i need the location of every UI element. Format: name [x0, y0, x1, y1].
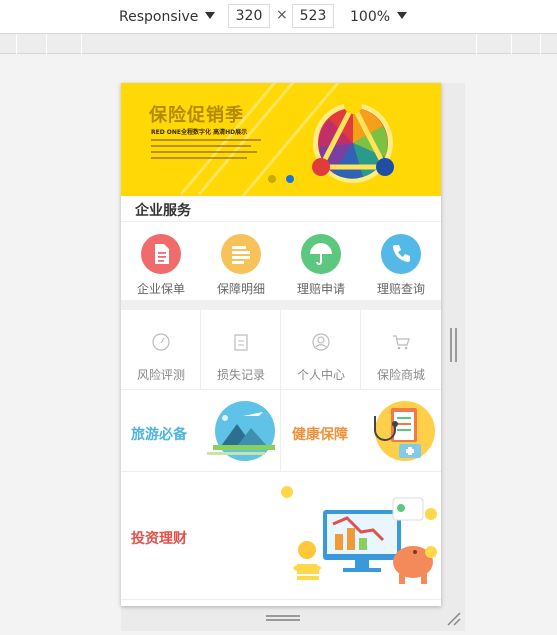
corner-resize-icon[interactable]: [445, 610, 461, 626]
zoom-label: 100%: [350, 9, 391, 25]
height-input[interactable]: 523: [292, 4, 334, 28]
service-claim-query[interactable]: 理赔查询: [361, 222, 441, 300]
chevron-down-icon: [205, 12, 216, 19]
promo-label: 健康保障: [292, 427, 348, 443]
zoom-dropdown[interactable]: 100%: [350, 6, 408, 28]
service-policy[interactable]: 企业保单: [121, 222, 201, 300]
tool-risk-assessment[interactable]: 风险评测: [121, 310, 201, 390]
tool-insurance-mall[interactable]: 保险商城: [361, 310, 441, 390]
width-input[interactable]: 320: [228, 4, 270, 28]
list-icon: [221, 234, 261, 274]
document-icon: [141, 234, 181, 274]
promo-label: 投资理财: [131, 531, 187, 547]
service-coverage[interactable]: 保障明细: [201, 222, 281, 300]
right-resize-handle[interactable]: [450, 328, 457, 362]
service-label: 理赔查询: [376, 282, 425, 296]
promo-health[interactable]: 健康保障: [281, 390, 441, 472]
dimension-separator: ×: [276, 7, 288, 23]
user-icon: [312, 333, 330, 351]
section-title: 企业服务: [135, 203, 191, 219]
carousel-dot-2[interactable]: [286, 175, 294, 183]
banner-title: 保险促销季: [149, 105, 244, 126]
finance-illustration-icon: [281, 486, 437, 584]
tool-loss-record[interactable]: 损失记录: [201, 310, 281, 390]
tool-label: 保险商城: [376, 368, 425, 382]
banner-subtitle: RED ONE全程数字化 高清HD展示: [151, 129, 248, 136]
tool-label: 损失记录: [216, 368, 265, 382]
service-label: 保障明细: [216, 282, 265, 296]
section-divider: [121, 300, 441, 310]
device-mode-label: Responsive: [119, 9, 199, 25]
gauge-icon: [152, 333, 170, 351]
carousel-dot-1[interactable]: [268, 175, 276, 183]
umbrella-icon: [301, 234, 341, 274]
promo-banner[interactable]: 保险促销季 RED ONE全程数字化 高清HD展示: [121, 83, 441, 196]
section-header: 企业服务: [121, 196, 441, 222]
travel-illustration-icon: [207, 401, 275, 461]
media-query-ruler: [0, 34, 557, 54]
color-wheel-icon: [312, 96, 394, 183]
tool-label: 风险评测: [136, 368, 185, 382]
promo-finance[interactable]: 投资理财: [121, 472, 441, 600]
tool-personal-center[interactable]: 个人中心: [281, 310, 361, 390]
device-mode-dropdown[interactable]: Responsive: [119, 6, 216, 28]
cart-icon: [393, 335, 410, 350]
promo-travel[interactable]: 旅游必备: [121, 390, 281, 472]
device-viewport: 保险促销季 RED ONE全程数字化 高清HD展示 企业服务 企业保单 保障明细…: [121, 83, 441, 606]
bottom-resize-handle[interactable]: [266, 615, 300, 621]
service-label: 企业保单: [136, 282, 185, 296]
promo-label: 旅游必备: [131, 427, 187, 443]
health-illustration-icon: [374, 401, 435, 461]
phone-icon: [381, 234, 421, 274]
notepad-icon: [234, 334, 248, 351]
service-claim-apply[interactable]: 理赔申请: [281, 222, 361, 300]
service-label: 理赔申请: [296, 282, 345, 296]
chevron-down-icon: [397, 12, 408, 19]
tool-label: 个人中心: [296, 368, 345, 382]
devtools-toolbar: Responsive 320 × 523 100%: [0, 0, 557, 34]
